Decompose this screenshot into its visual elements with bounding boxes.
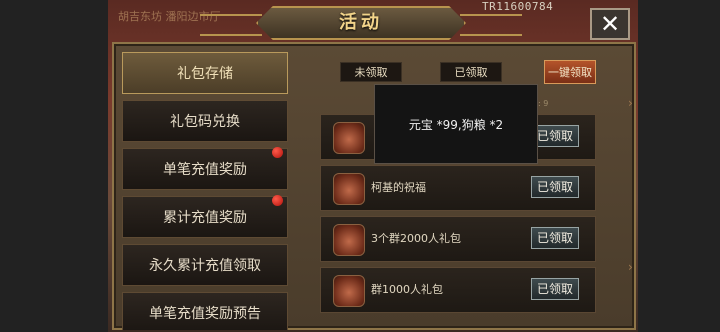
sidebar-item-single-recharge[interactable]: 单笔充值奖励 <box>122 147 288 190</box>
sidebar-item-gift-code[interactable]: 礼包码兑换 <box>122 100 288 142</box>
sidebar-item-label: 礼包存储 <box>177 66 233 82</box>
gift-bag-icon <box>333 224 365 256</box>
gift-bag-icon <box>333 275 365 307</box>
sidebar-item-gift-storage[interactable]: 礼包存储 <box>122 52 288 94</box>
gift-contents-tooltip: 元宝 *99,狗粮 *2 <box>374 84 538 164</box>
gift-bag-icon <box>333 122 365 154</box>
gift-row: 柯基的祝福 已领取 <box>320 165 596 211</box>
activity-sidebar: 礼包存储 礼包码兑换 单笔充值奖励 累计充值奖励 永久累计充值领取 单笔充值奖励… <box>122 52 288 330</box>
chevron-right-icon: › <box>628 96 633 110</box>
sidebar-item-label: 累计充值奖励 <box>163 210 247 226</box>
chevron-right-icon: › <box>628 260 633 274</box>
notification-dot-icon <box>272 195 283 206</box>
filter-unclaimed-tab[interactable]: 未领取 <box>340 62 402 82</box>
left-letterbox <box>0 0 108 332</box>
sidebar-item-label: 单笔充值奖励 <box>163 162 247 178</box>
close-icon: ✕ <box>599 10 621 38</box>
sidebar-item-label: 单笔充值奖励预告 <box>149 306 261 322</box>
game-scene: 胡吉东坊 潘阳边市厅 TR11600784 活动 ✕ 礼包存储 礼包码兑换 单笔… <box>0 0 720 332</box>
panel-title: 活动 <box>339 12 383 33</box>
player-id: TR11600784 <box>482 0 554 13</box>
claim-all-button[interactable]: 一键领取 <box>544 60 596 84</box>
title-ornament-right <box>460 14 522 36</box>
sidebar-item-permanent-recharge[interactable]: 永久累计充值领取 <box>122 244 288 286</box>
claimed-button[interactable]: 已领取 <box>531 227 579 249</box>
gift-row: 3个群2000人礼包 已领取 <box>320 216 596 262</box>
title-ornament-left <box>200 14 262 36</box>
gift-bag-icon <box>333 173 365 205</box>
right-letterbox <box>638 0 720 332</box>
sidebar-item-label: 永久累计充值领取 <box>149 258 261 274</box>
sidebar-item-label: 礼包码兑换 <box>170 114 240 130</box>
gift-name: 柯基的祝福 <box>371 181 426 194</box>
filter-claimed-tab[interactable]: 已领取 <box>440 62 502 82</box>
gift-name: 群1000人礼包 <box>371 283 443 296</box>
close-button[interactable]: ✕ <box>590 8 630 40</box>
sidebar-item-cumulative-recharge[interactable]: 累计充值奖励 <box>122 195 288 238</box>
gift-name: 3个群2000人礼包 <box>371 232 461 245</box>
notification-dot-icon <box>272 147 283 158</box>
gift-row: 群1000人礼包 已领取 <box>320 267 596 313</box>
claimed-button[interactable]: 已领取 <box>531 278 579 300</box>
claimed-button[interactable]: 已领取 <box>531 176 579 198</box>
sidebar-item-recharge-preview[interactable]: 单笔充值奖励预告 <box>122 292 288 330</box>
claimed-button[interactable]: 已领取 <box>531 125 579 147</box>
